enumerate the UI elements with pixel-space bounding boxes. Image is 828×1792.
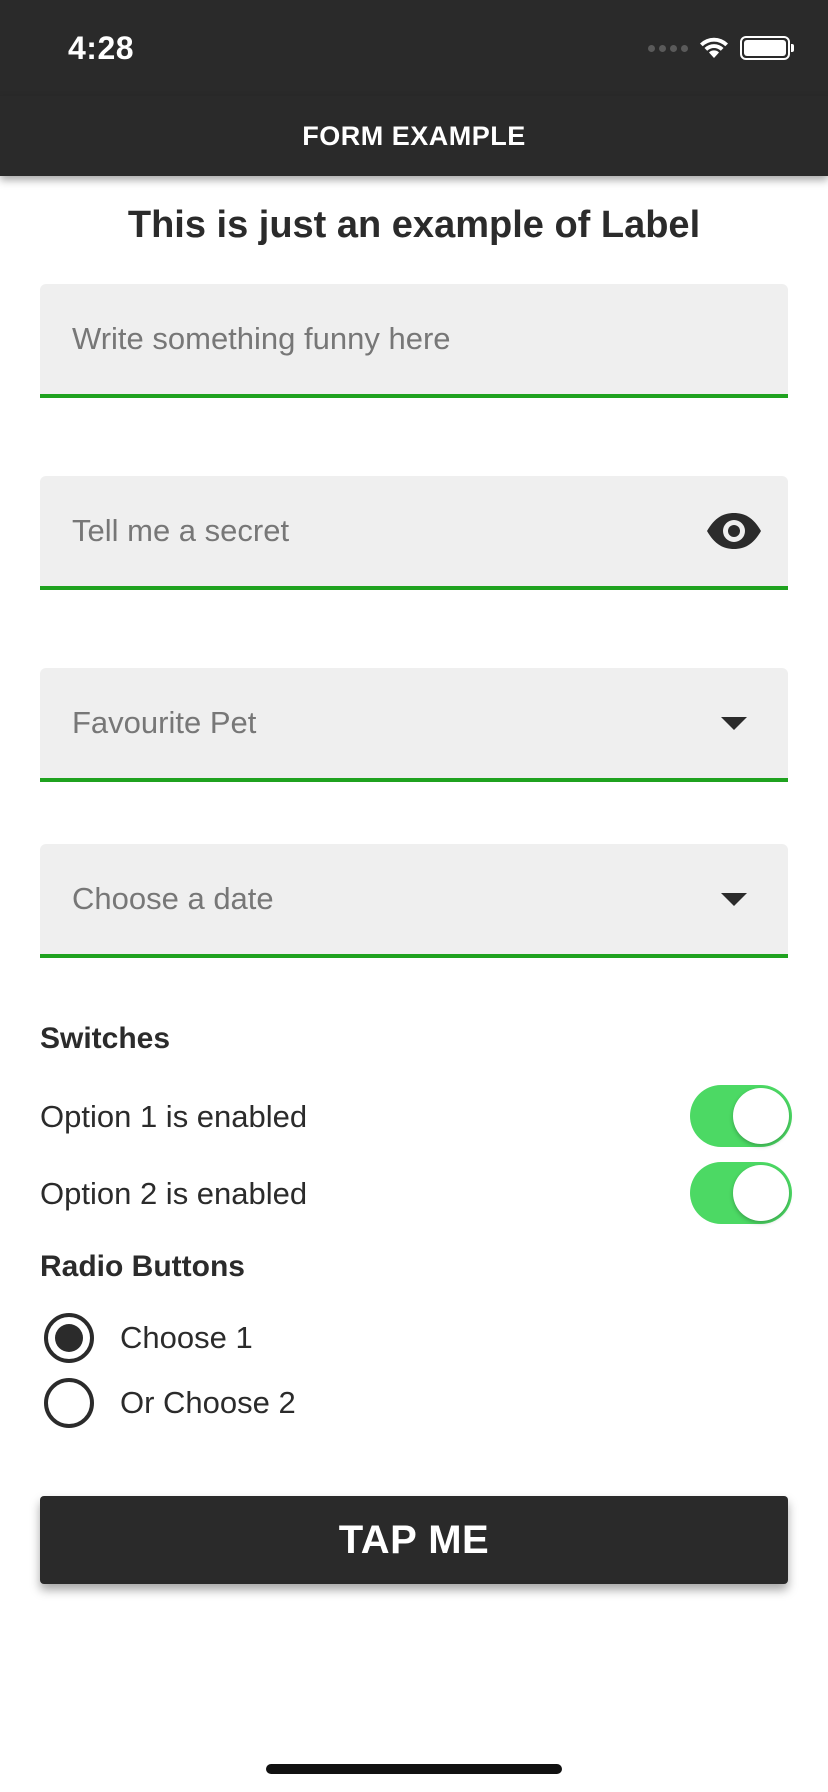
status-time: 4:28 [68,30,135,66]
secret-placeholder: Tell me a secret [72,513,290,548]
switch-label-option-1: Option 1 is enabled [40,1099,308,1134]
radio-label-choose-2: Or Choose 2 [120,1385,296,1420]
radio-label-choose-1: Choose 1 [120,1320,253,1355]
radio-section-title: Radio Buttons [40,1250,245,1283]
funny-text-placeholder: Write something funny here [72,321,451,356]
favourite-pet-placeholder: Favourite Pet [72,705,257,740]
switches-section-title: Switches [40,1022,171,1055]
nav-bar: FORM EXAMPLE [0,96,828,176]
cellular-icon [648,44,688,52]
favourite-pet-dropdown[interactable]: Favourite Pet [40,668,788,782]
radio-selected-icon[interactable] [44,1313,94,1363]
status-icons [648,36,794,60]
secret-password-field[interactable]: Tell me a secret [40,476,788,590]
radio-option-choose-1[interactable]: Choose 1 [44,1311,253,1365]
switch-label-option-2: Option 2 is enabled [40,1176,308,1211]
nav-title: FORM EXAMPLE [302,120,526,151]
toggle-option-1[interactable] [690,1085,792,1147]
radio-unselected-icon[interactable] [44,1378,94,1428]
status-bar: 4:28 [0,0,828,96]
eye-icon[interactable] [704,501,764,561]
date-placeholder: Choose a date [72,881,274,916]
tap-me-button[interactable]: TAP ME [40,1496,788,1584]
date-picker-field[interactable]: Choose a date [40,844,788,958]
example-label: This is just an example of Label [127,204,701,246]
home-indicator[interactable] [266,1764,562,1774]
radio-option-choose-2[interactable]: Or Choose 2 [44,1376,296,1430]
battery-icon [740,36,794,60]
dropdown-caret-icon [704,693,764,753]
switch-row-option-2: Option 2 is enabled [40,1162,792,1226]
dropdown-caret-icon [704,869,764,929]
toggle-option-2[interactable] [690,1162,792,1224]
wifi-icon [700,37,728,58]
funny-text-field[interactable]: Write something funny here [40,284,788,398]
switch-row-option-1: Option 1 is enabled [40,1085,792,1149]
